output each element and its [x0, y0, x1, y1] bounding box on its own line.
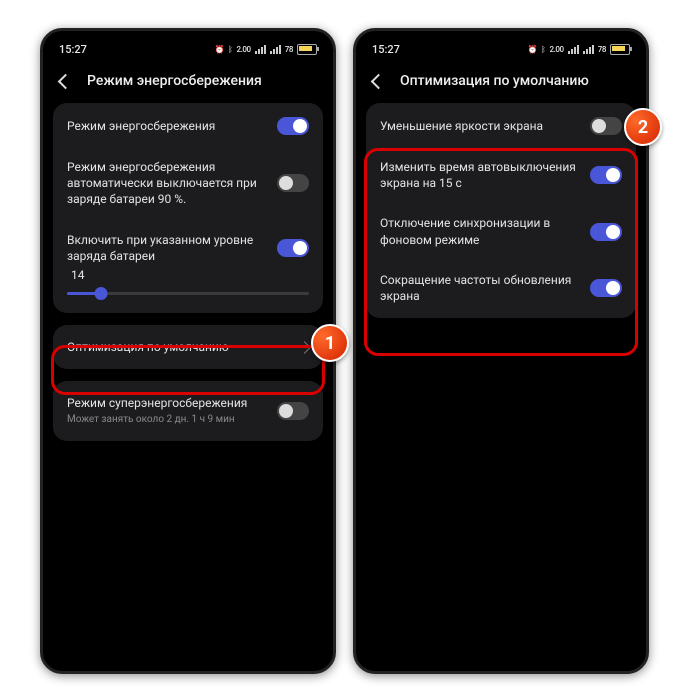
phone-screen-2: 15:27 ⏰ ᛒ 2.00 78 Оптимизация по умолчан… [353, 28, 649, 674]
power-saving-card: Режим энергосбережения Режим энергосбере… [53, 103, 323, 313]
slider-thumb[interactable] [94, 287, 107, 300]
badge-number: 1 [325, 333, 335, 354]
back-button[interactable] [57, 73, 73, 89]
row-default-optimization[interactable]: Оптимизация по умолчанию [53, 327, 323, 367]
battery-icon [610, 44, 630, 55]
super-saving-card: Режим суперэнергосбережения Может занять… [53, 381, 323, 441]
battery-pct: 78 [598, 45, 606, 54]
row-reduce-refresh-rate[interactable]: Сокращение частоты обновления экрана [366, 260, 636, 316]
signal-icon [255, 45, 266, 54]
toggle-reduce-brightness[interactable] [590, 117, 622, 135]
toggle-enable-at-level[interactable] [277, 239, 309, 257]
status-indicators: ⏰ ᛒ 2.00 78 [214, 44, 317, 55]
battery-pct: 78 [285, 45, 293, 54]
status-bar: 15:27 ⏰ ᛒ 2.00 78 [356, 31, 646, 63]
page-title: Оптимизация по умолчанию [400, 73, 589, 89]
row-reduce-brightness[interactable]: Уменьшение яркости экрана [366, 105, 636, 147]
row-label: Отключение синхронизации в фоновом режим… [380, 215, 580, 247]
step-badge-1: 1 [311, 324, 349, 362]
row-label: Изменить время автовыключения экрана на … [380, 159, 580, 191]
page-title: Режим энергосбережения [87, 73, 262, 89]
row-disable-sync[interactable]: Отключение синхронизации в фоновом режим… [366, 203, 636, 259]
row-label: Оптимизация по умолчанию [67, 339, 290, 355]
row-label: Сокращение частоты обновления экрана [380, 272, 580, 304]
row-enable-at-level[interactable]: Включить при указанном уровне заряда бат… [53, 220, 323, 266]
alarm-icon: ⏰ [214, 45, 224, 54]
phone-screen-1: 15:27 ⏰ ᛒ 2.00 78 Режим энергосбережения… [40, 28, 336, 674]
slider-value: 14 [71, 268, 309, 282]
status-time: 15:27 [372, 43, 400, 56]
status-indicators: ⏰ ᛒ 2.00 78 [527, 44, 630, 55]
optimization-card[interactable]: Оптимизация по умолчанию [53, 325, 323, 369]
signal-icon-2 [583, 45, 594, 54]
row-label: Включить при указанном уровне заряда бат… [67, 232, 267, 264]
step-badge-2: 2 [624, 108, 662, 146]
row-super-saving[interactable]: Режим суперэнергосбережения Может занять… [53, 383, 323, 439]
back-button[interactable] [370, 73, 386, 89]
battery-icon [297, 44, 317, 55]
row-label: Уменьшение яркости экрана [380, 118, 580, 134]
row-screen-timeout-15s[interactable]: Изменить время автовыключения экрана на … [366, 147, 636, 203]
row-label: Режим энергосбережения автоматически вык… [67, 159, 267, 208]
status-time: 15:27 [59, 43, 87, 56]
status-bar: 15:27 ⏰ ᛒ 2.00 78 [43, 31, 333, 63]
row-label: Режим энергосбережения [67, 118, 267, 134]
slider-track[interactable] [67, 292, 309, 295]
row-label: Режим суперэнергосбережения Может занять… [67, 395, 267, 427]
row-sublabel: Может занять около 2 дн. 1 ч 9 мин [67, 413, 267, 427]
toggle-super-saving[interactable] [277, 402, 309, 420]
alarm-icon: ⏰ [527, 45, 537, 54]
signal-icon-2 [270, 45, 281, 54]
badge-number: 2 [638, 117, 648, 138]
chevron-right-icon [298, 341, 311, 354]
net-speed: 2.00 [549, 45, 563, 54]
row-power-saving[interactable]: Режим энергосбережения [53, 105, 323, 147]
toggle-auto-off-90[interactable] [277, 174, 309, 192]
header: Режим энергосбережения [43, 63, 333, 103]
bluetooth-icon: ᛒ [228, 45, 232, 54]
row-auto-off-90[interactable]: Режим энергосбережения автоматически вык… [53, 147, 323, 220]
toggle-power-saving[interactable] [277, 117, 309, 135]
optimization-options-card: Уменьшение яркости экрана Изменить время… [366, 103, 636, 318]
toggle-screen-timeout[interactable] [590, 166, 622, 184]
signal-icon [568, 45, 579, 54]
header: Оптимизация по умолчанию [356, 63, 646, 103]
battery-level-slider[interactable]: 14 [53, 268, 323, 311]
toggle-reduce-refresh[interactable] [590, 279, 622, 297]
bluetooth-icon: ᛒ [541, 45, 545, 54]
toggle-disable-sync[interactable] [590, 223, 622, 241]
row-label-text: Режим суперэнергосбережения [67, 396, 247, 410]
net-speed: 2.00 [236, 45, 250, 54]
